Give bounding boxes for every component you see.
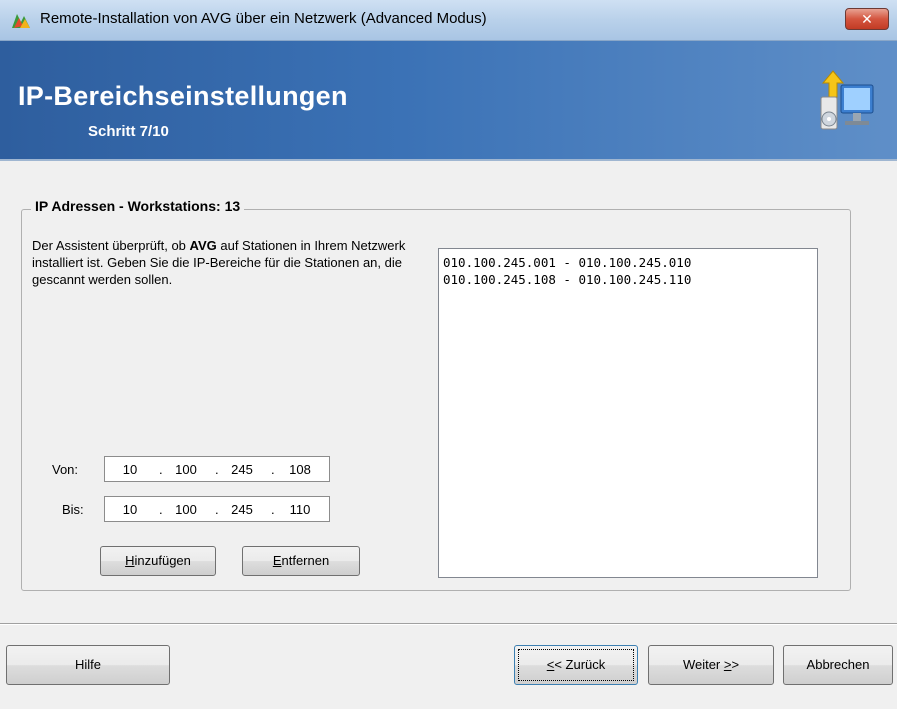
network-install-computer-icon — [820, 70, 874, 130]
page-title: IP-Bereichseinstellungen — [18, 81, 348, 111]
remove-button[interactable]: Entfernen — [242, 546, 360, 576]
group-legend: IP Adressen - Workstations: 13 — [31, 198, 245, 214]
from-label: Von: — [52, 462, 79, 477]
footer-divider — [0, 623, 897, 625]
next-button[interactable]: Weiter >> — [648, 645, 774, 685]
avg-logo-icon — [12, 14, 30, 28]
cancel-button[interactable]: Abbrechen — [783, 645, 893, 685]
octet-dot: . — [215, 502, 219, 517]
to-ip-field[interactable]: 10 . 100 . 245 . 110 — [104, 496, 330, 522]
close-button[interactable]: ✕ — [845, 8, 889, 30]
back-button[interactable]: << Zurück — [514, 645, 638, 685]
help-button[interactable]: Hilfe — [6, 645, 170, 685]
from-ip-field[interactable]: 10 . 100 . 245 . 108 — [104, 456, 330, 482]
step-indicator: Schritt 7/10 — [88, 123, 169, 140]
ip-ranges-list[interactable]: 010.100.245.001 - 010.100.245.010 010.10… — [438, 248, 818, 578]
from-octet-4[interactable]: 108 — [281, 462, 319, 477]
octet-dot: . — [159, 502, 163, 517]
octet-dot: . — [271, 462, 275, 477]
header-banner: IP-Bereichseinstellungen Schritt 7/10 — [0, 41, 897, 159]
description-text: Der Assistent überprüft, ob AVG auf Stat… — [32, 238, 406, 287]
octet-dot: . — [215, 462, 219, 477]
focus-indicator — [518, 649, 634, 681]
window-title: Remote-Installation von AVG über ein Net… — [40, 10, 487, 27]
to-label: Bis: — [62, 502, 84, 517]
window-title-bar[interactable]: Remote-Installation von AVG über ein Net… — [0, 0, 897, 41]
octet-dot: . — [271, 502, 275, 517]
to-octet-1[interactable]: 10 — [111, 502, 149, 517]
from-octet-3[interactable]: 245 — [223, 462, 261, 477]
to-octet-4[interactable]: 110 — [281, 502, 319, 517]
from-octet-2[interactable]: 100 — [167, 462, 205, 477]
to-octet-3[interactable]: 245 — [223, 502, 261, 517]
banner-divider — [0, 159, 897, 161]
from-octet-1[interactable]: 10 — [111, 462, 149, 477]
list-item[interactable]: 010.100.245.001 - 010.100.245.010 — [439, 254, 817, 271]
add-button[interactable]: Hinzufügen — [100, 546, 216, 576]
list-item[interactable]: 010.100.245.108 - 010.100.245.110 — [439, 271, 817, 288]
to-octet-2[interactable]: 100 — [167, 502, 205, 517]
octet-dot: . — [159, 462, 163, 477]
